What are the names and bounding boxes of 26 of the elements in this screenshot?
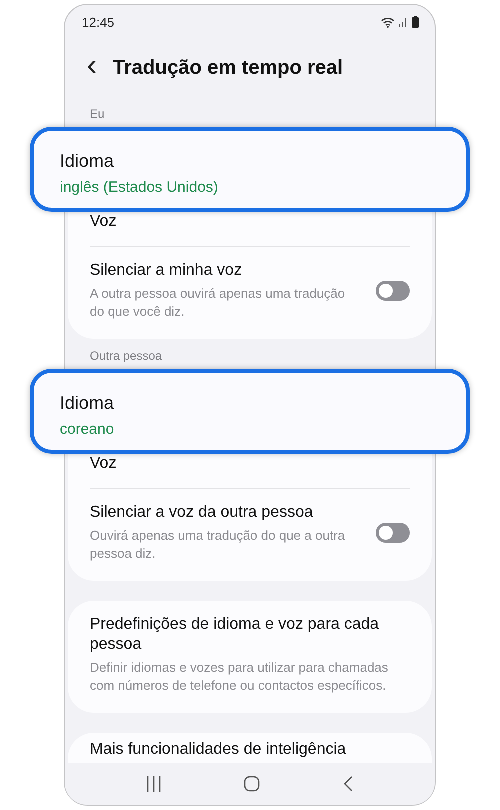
settings-row[interactable]: Voz [68, 454, 432, 488]
setting-title: Idioma [60, 151, 116, 172]
setting-description: Ouvirá apenas uma tradução do que a outra pessoa diz. [90, 527, 346, 563]
settings-row[interactable]: Mais funcionalidades de inteligência [68, 733, 432, 760]
highlight-callout[interactable]: Idioma inglês (Estados Unidos) [30, 127, 470, 212]
screen-title: Tradução em tempo real [113, 56, 344, 80]
setting-title: Voz [90, 212, 118, 232]
section-label: Eu [89, 106, 106, 123]
setting-value: coreano [60, 421, 116, 438]
setting-description: Definir idiomas e vozes para utilizar para chamadas com números de telefone ou contactos específicos. [90, 659, 390, 695]
setting-title: Voz [90, 454, 118, 474]
settings-row[interactable]: Silenciar a minha voz A outra pessoa ouvirá apenas uma tradução do que você diz. [68, 247, 432, 339]
settings-row[interactable]: Silenciar a voz da outra pessoa Ouvirá apenas uma tradução do que a outra pessoa diz. [68, 489, 432, 581]
status-time: 12:45 [82, 14, 115, 30]
setting-title: Mais funcionalidades de inteligência [90, 740, 348, 760]
setting-description: A outra pessoa ouvirá apenas uma tradução do que você diz. [90, 285, 346, 321]
setting-title: Silenciar a voz da outra pessoa [90, 503, 314, 523]
section-label: Outra pessoa [89, 348, 164, 365]
highlight-callout[interactable]: Idioma coreano [30, 369, 470, 454]
settings-row[interactable]: Voz [68, 212, 432, 246]
back-button[interactable]: ‹ [87, 51, 97, 81]
setting-title: Silenciar a minha voz [90, 261, 244, 281]
setting-title: Idioma [60, 393, 116, 414]
setting-value: inglês (Estados Unidos) [60, 179, 220, 196]
setting-title: Predefinições de idioma e voz para cada pessoa [90, 615, 380, 655]
settings-row[interactable]: Predefinições de idioma e voz para cada pessoa Definir idiomas e vozes para utilizar para chamadas com números de telefone ou contactos específicos. [68, 601, 432, 713]
